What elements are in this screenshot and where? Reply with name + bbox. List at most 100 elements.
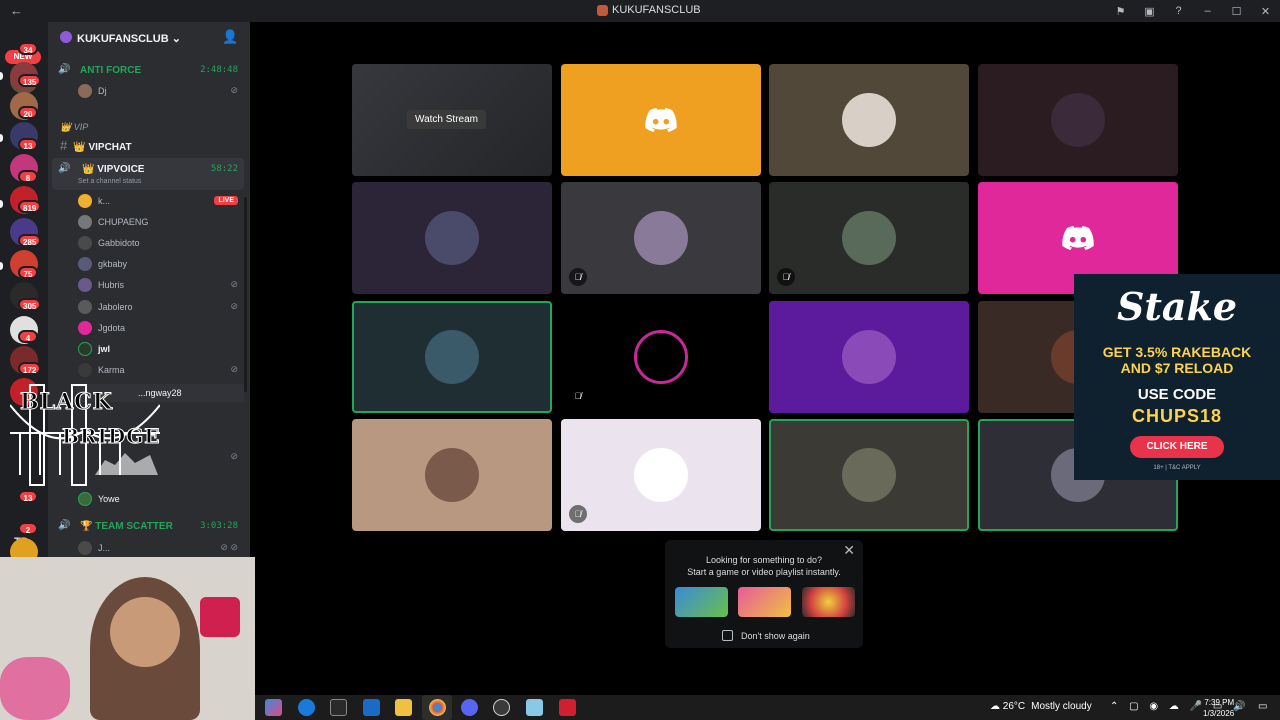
discord-logo-icon [645, 108, 677, 132]
channel-status[interactable]: Set a channel status [78, 178, 141, 185]
member-name: k... [98, 196, 111, 206]
participant-tile[interactable] [352, 182, 552, 294]
channel-timer: 2:48:48 [200, 65, 238, 75]
member-name: CHUPAENG [98, 217, 149, 227]
notification-icon[interactable]: ▭ [1258, 701, 1267, 712]
member-name: Gabbidoto [98, 238, 140, 248]
unread-badge: 4 [18, 330, 38, 343]
text-channel-vipchat[interactable]: # 👑 VIPCHAT [60, 138, 132, 153]
store-icon[interactable] [330, 699, 347, 716]
voice-channel-vipvoice[interactable]: 🔊 👑 VIPVOICE 58:22 Set a channel status [52, 158, 244, 190]
avatar [842, 211, 896, 265]
hash-icon: # [60, 138, 68, 153]
stream-tile[interactable]: Watch Stream [352, 64, 552, 176]
app-icon [597, 4, 608, 16]
activity-card[interactable] [738, 587, 791, 617]
chrome-icon[interactable] [429, 699, 446, 716]
avatar [842, 448, 896, 502]
activity-card[interactable] [802, 587, 855, 617]
participant-tile[interactable]: 🎙̸ [769, 182, 969, 294]
app-icon[interactable] [559, 699, 576, 716]
activity-card[interactable] [675, 587, 728, 617]
avatar [842, 330, 896, 384]
voice-member[interactable]: Dj ⊘ [76, 82, 244, 100]
avatar [78, 215, 92, 229]
participant-tile[interactable] [352, 301, 552, 413]
screen-icon[interactable]: ▣ [1135, 5, 1164, 18]
pink-bag [200, 597, 240, 637]
outlook-icon[interactable] [363, 699, 380, 716]
ad-promo-code: CHUPS18 [1131, 406, 1223, 426]
channel-name: ANTI FORCE [80, 65, 142, 76]
add-member-icon[interactable]: 👤 [222, 29, 238, 45]
avatar [425, 211, 479, 265]
participant-tile[interactable]: 🎙̸ [561, 182, 761, 294]
server-header[interactable]: KUKUFANSCLUB ⌄ 👤 [48, 22, 250, 54]
stake-ad[interactable]: Stake GET 3.5% RAKEBACK AND $7 RELOAD US… [1074, 274, 1280, 480]
voice-channel-team-scatter[interactable]: 🔊 🏆 TEAM SCATTER 3:03:28 [58, 518, 244, 536]
window-title-text: KUKUFANSCLUB [612, 4, 701, 16]
title-bar: ← KUKUFANSCLUB ⚑ ▣ ? – ☐ ✕ [0, 0, 1280, 22]
category-vip[interactable]: 👑 VIP [60, 122, 88, 133]
copilot-icon[interactable] [265, 699, 282, 716]
avatar [78, 84, 92, 98]
voice-channel-anti-force[interactable]: 🔊 ANTI FORCE 2:48:48 [58, 62, 244, 80]
taskbar-clock[interactable]: 7:39 PM 1/3/2026 [1203, 697, 1234, 719]
plush-toy [0, 657, 70, 720]
close-button[interactable]: ✕ [1251, 5, 1280, 18]
weather-widget[interactable]: ☁ 26°C Mostly cloudy [990, 701, 1092, 712]
taskbar: ☁ 26°C Mostly cloudy ⌃ ▢ ◉ ☁ 🎤 ▭ 🔊 7:39 P… [255, 695, 1280, 720]
watch-stream-button[interactable]: Watch Stream [407, 110, 486, 129]
file-explorer-icon[interactable] [395, 699, 412, 716]
avatar [78, 257, 92, 271]
dont-show-checkbox[interactable] [722, 630, 733, 641]
voice-member[interactable]: CHUPAENG [76, 213, 244, 231]
discord-icon[interactable] [461, 699, 478, 716]
participant-tile[interactable] [769, 301, 969, 413]
member-name: J... [98, 543, 111, 553]
voice-icon: 🔊 [58, 64, 71, 75]
app-icon[interactable] [526, 699, 543, 716]
voice-member[interactable]: Gabbidoto [76, 234, 244, 252]
logo-text-black: BLACK [20, 389, 113, 416]
participant-tile[interactable]: 🎙̸ [561, 419, 761, 531]
voice-member[interactable]: gkbaby [76, 255, 244, 273]
participant-tile[interactable] [769, 419, 969, 531]
activity-popup: ✕ Looking for something to do? Start a g… [665, 540, 863, 648]
back-arrow-icon[interactable]: ← [10, 3, 23, 18]
inbox-icon[interactable]: ⚑ [1106, 5, 1135, 18]
voice-member[interactable]: k... LIVE [76, 192, 244, 210]
stake-logo: Stake [1116, 284, 1238, 329]
avatar [425, 448, 479, 502]
edge-icon[interactable] [298, 699, 315, 716]
unread-pip [0, 72, 3, 80]
participant-tile[interactable] [352, 419, 552, 531]
maximize-button[interactable]: ☐ [1222, 5, 1251, 18]
sidebar-scrollbar[interactable] [244, 197, 247, 392]
muted-icon: ⊘ [230, 85, 238, 95]
help-icon[interactable]: ? [1164, 5, 1193, 17]
muted-mic-icon: 🎙̸ [569, 387, 587, 405]
ad-line-reload: AND $7 RELOAD [1120, 360, 1234, 376]
avatar [78, 236, 92, 250]
click-here-button[interactable]: CLICK HERE [1130, 436, 1224, 458]
avatar [842, 93, 896, 147]
participant-tile[interactable] [978, 64, 1178, 176]
voice-member[interactable]: Jabolero ⊘ [76, 298, 244, 316]
minimize-button[interactable]: – [1193, 5, 1222, 17]
participant-tile[interactable]: 🎙̸ [561, 301, 761, 413]
ad-line-rakeback: GET 3.5% RAKEBACK [1102, 344, 1252, 360]
voice-icon: 🔊 [58, 163, 71, 174]
voice-member[interactable]: jwl [76, 340, 244, 358]
obs-icon[interactable] [493, 699, 510, 716]
dont-show-label: Don't show again [741, 631, 810, 641]
streamer-face [110, 597, 180, 667]
avatar [425, 330, 479, 384]
participant-tile[interactable] [561, 64, 761, 176]
channel-name: 🏆 TEAM SCATTER [80, 521, 173, 532]
voice-member[interactable]: Hubris ⊘ [76, 276, 244, 294]
participant-tile[interactable] [769, 64, 969, 176]
unread-pip [0, 134, 3, 142]
voice-member[interactable]: J... ⊘ ⊘ [76, 539, 244, 557]
voice-member[interactable]: Jgdota [76, 319, 244, 337]
